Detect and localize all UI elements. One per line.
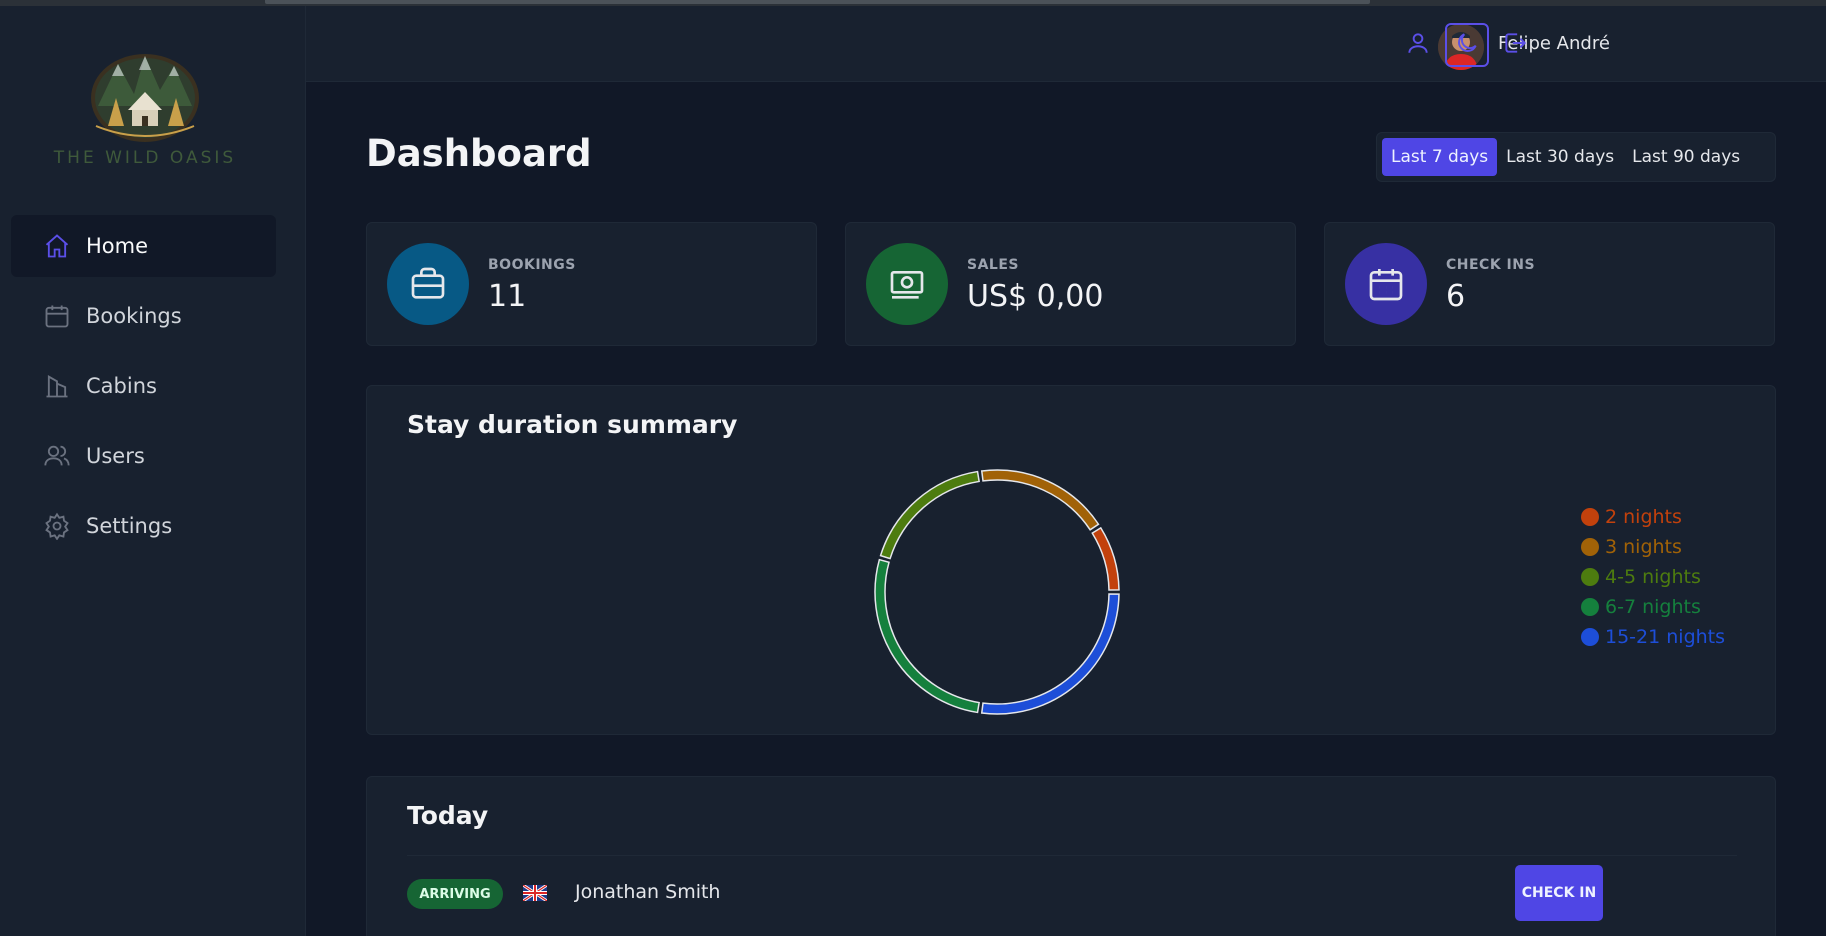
donut-chart (874, 469, 1120, 715)
user-icon (1405, 30, 1431, 60)
page-title: Dashboard (366, 132, 592, 175)
sidebar-item-label: Bookings (86, 304, 182, 328)
legend-dot (1581, 538, 1599, 556)
stay-duration-panel: Stay duration summary 2 nights 3 nights 4-… (366, 385, 1776, 735)
stat-label: SALES (967, 257, 1019, 273)
sidebar-nav: Home Bookings Cabins Users Settings (11, 215, 276, 565)
sidebar-item-home[interactable]: Home (11, 215, 276, 277)
sidebar-item-label: Settings (86, 514, 173, 538)
gear-icon (43, 512, 71, 540)
stat-value: 6 (1446, 279, 1466, 314)
chart-legend: 2 nights 3 nights 4-5 nights 6-7 nights 15-2… (1581, 502, 1725, 652)
legend-label: 3 nights (1605, 536, 1682, 558)
building-icon (43, 372, 71, 400)
legend-label: 2 nights (1605, 506, 1682, 528)
brand-name: THE WILD OASIS (53, 148, 237, 168)
sidebar: THE WILD OASIS Home Bookings Cabins User… (0, 6, 306, 936)
divider (407, 855, 1737, 856)
moon-icon (1454, 30, 1480, 60)
sidebar-item-users[interactable]: Users (11, 425, 276, 487)
stat-sales: SALES US$ 0,00 (845, 222, 1296, 346)
account-button[interactable] (1396, 23, 1440, 67)
legend-dot (1581, 628, 1599, 646)
users-icon (43, 442, 71, 470)
sidebar-item-settings[interactable]: Settings (11, 495, 276, 557)
main-content: Dashboard Last 7 days Last 30 days Last … (306, 82, 1826, 936)
legend-item[interactable]: 6-7 nights (1581, 592, 1725, 622)
legend-item[interactable]: 3 nights (1581, 532, 1725, 562)
stats-row: BOOKINGS 11 SALES US$ 0,00 CHECK INS 6 (366, 222, 1776, 346)
calendar-icon (43, 302, 71, 330)
logo (88, 46, 202, 142)
legend-dot (1581, 568, 1599, 586)
logout-button[interactable] (1493, 23, 1537, 67)
filter-last-90-days[interactable]: Last 90 days (1623, 138, 1749, 176)
dark-mode-toggle[interactable] (1445, 23, 1489, 67)
legend-label: 6-7 nights (1605, 596, 1701, 618)
legend-item[interactable]: 2 nights (1581, 502, 1725, 532)
donut-slice-15-21-nights[interactable] (980, 593, 1120, 715)
legend-dot (1581, 598, 1599, 616)
stat-bookings: BOOKINGS 11 (366, 222, 817, 346)
donut-slice-4-5-nights[interactable] (879, 470, 980, 560)
sidebar-item-label: Home (86, 234, 149, 258)
banknotes-icon (866, 243, 948, 325)
legend-label: 4-5 nights (1605, 566, 1701, 588)
legend-dot (1581, 508, 1599, 526)
stat-label: CHECK INS (1446, 257, 1536, 273)
guest-name: Jonathan Smith (575, 881, 721, 903)
horizontal-scrollbar[interactable] (265, 0, 1370, 4)
today-panel: Today ARRIVING Jonathan Smith CHECK IN (366, 776, 1776, 936)
stat-value: US$ 0,00 (967, 279, 1104, 314)
legend-label: 15-21 nights (1605, 626, 1726, 648)
home-icon (43, 232, 71, 260)
legend-item[interactable]: 15-21 nights (1581, 622, 1725, 652)
stat-check-ins: CHECK INS 6 (1324, 222, 1775, 346)
donut-slice-3-nights[interactable] (980, 469, 1100, 531)
legend-item[interactable]: 4-5 nights (1581, 562, 1725, 592)
panel-title: Today (407, 801, 489, 830)
calendar-days-icon (1345, 243, 1427, 325)
logout-icon (1502, 30, 1528, 60)
check-in-button[interactable]: CHECK IN (1515, 865, 1603, 921)
donut-slice-6-7-nights[interactable] (874, 558, 980, 714)
sidebar-item-bookings[interactable]: Bookings (11, 285, 276, 347)
sidebar-item-label: Users (86, 444, 145, 468)
donut-slice-2-nights[interactable] (1091, 526, 1120, 591)
sidebar-item-label: Cabins (86, 374, 157, 398)
filter-last-30-days[interactable]: Last 30 days (1497, 138, 1623, 176)
status-badge: ARRIVING (407, 879, 503, 909)
header: Felipe André (306, 6, 1826, 82)
sidebar-item-cabins[interactable]: Cabins (11, 355, 276, 417)
stat-value: 11 (488, 279, 527, 314)
date-range-filter: Last 7 days Last 30 days Last 90 days (1376, 132, 1776, 182)
panel-title: Stay duration summary (407, 410, 738, 439)
uk-flag-icon (523, 885, 547, 901)
briefcase-icon (387, 243, 469, 325)
filter-last-7-days[interactable]: Last 7 days (1382, 138, 1498, 176)
stat-label: BOOKINGS (488, 257, 576, 273)
